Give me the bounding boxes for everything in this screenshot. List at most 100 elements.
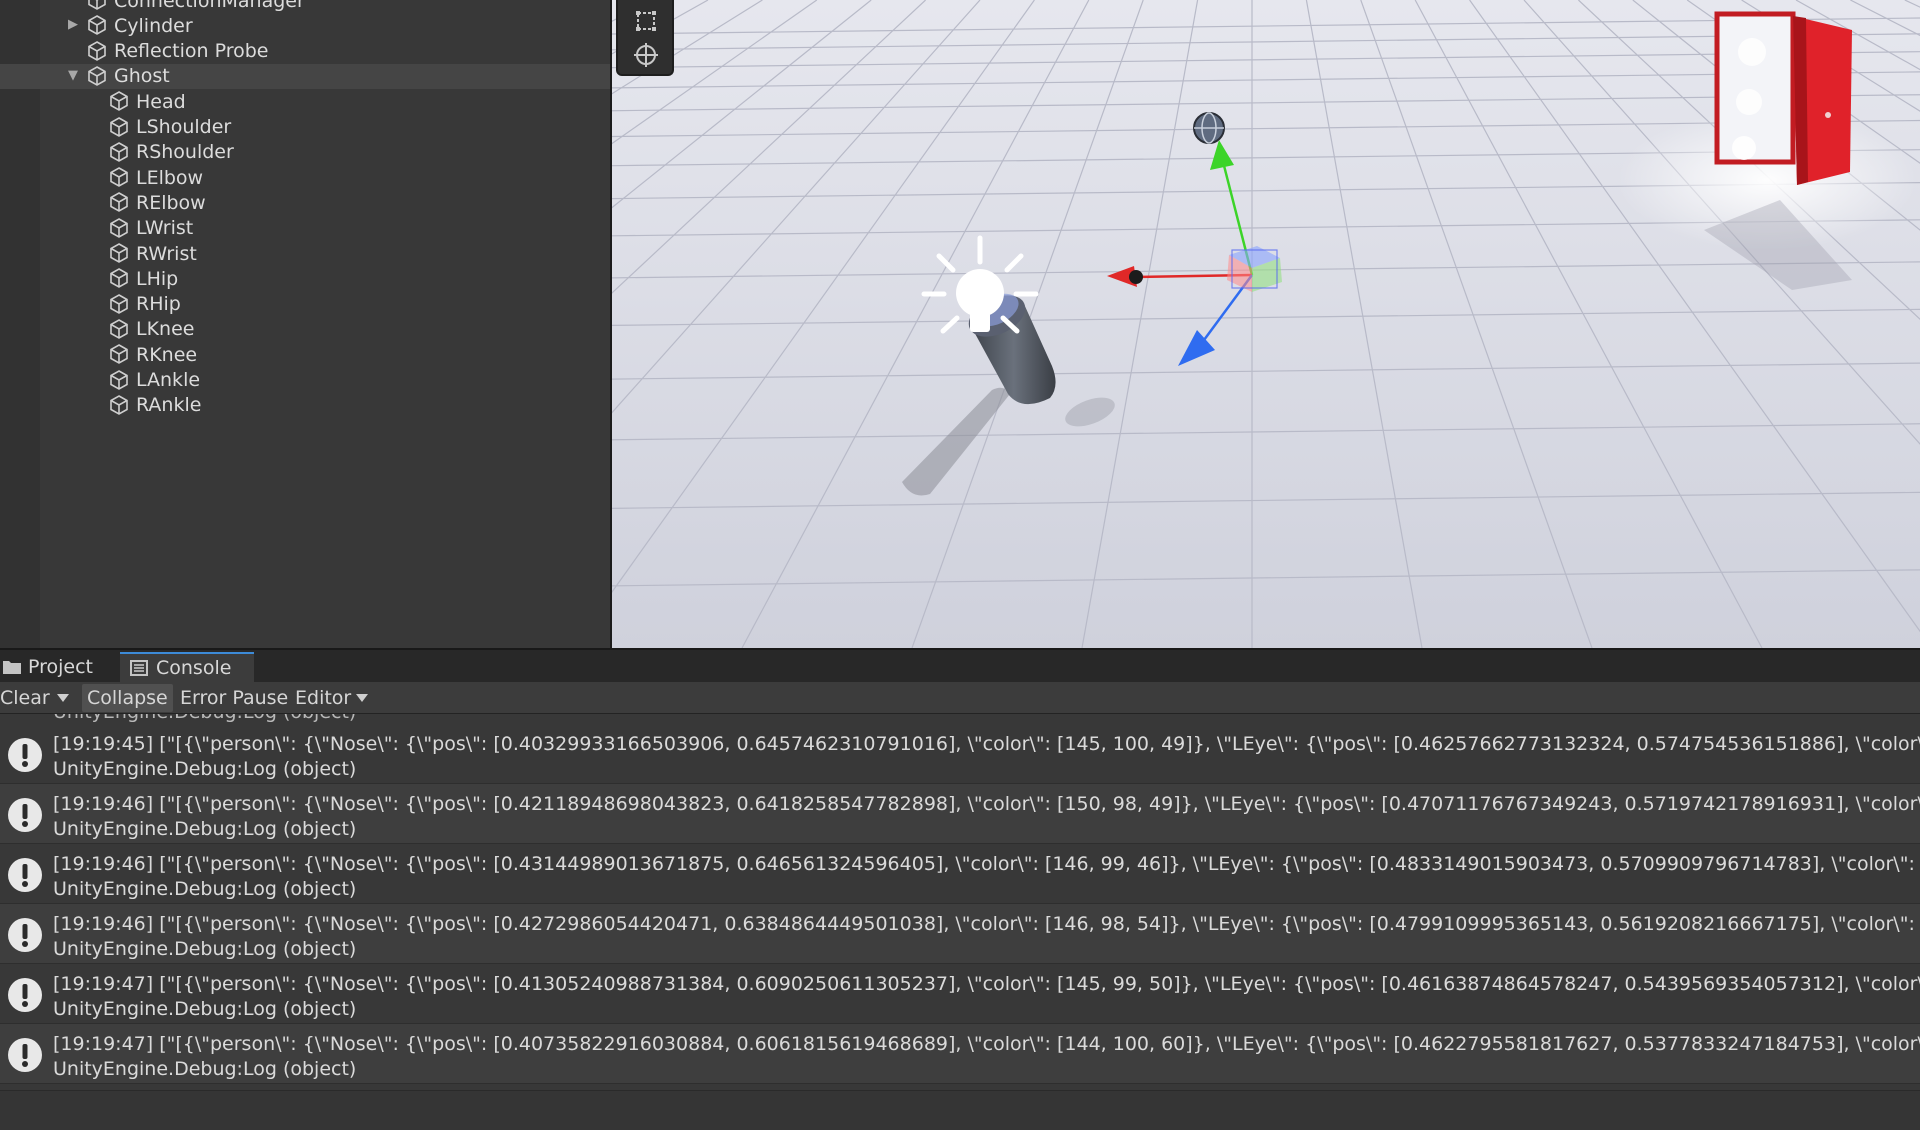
hierarchy-item[interactable]: ConnectionManager [0, 0, 610, 13]
cube-icon [108, 166, 130, 188]
console-toolbar: Clear Collapse Error Pause Editor [0, 682, 1920, 714]
log-entry[interactable]: [19:19:47] ["[{\"person\": {\"Nose\": {\… [0, 964, 1920, 1024]
log-message: [19:19:47] ["[{\"person\": {\"Nose\": {\… [53, 973, 1920, 995]
info-log-icon [7, 797, 43, 833]
log-message: [19:19:46] ["[{\"person\": {\"Nose\": {\… [53, 793, 1920, 815]
cube-icon [108, 343, 130, 365]
hierarchy-item[interactable]: RKnee [0, 342, 610, 367]
hierarchy-item[interactable]: LHip [0, 266, 610, 291]
hierarchy-item[interactable]: LAnkle [0, 368, 610, 393]
info-log-icon [7, 857, 43, 893]
hierarchy-item-label: RAnkle [136, 394, 202, 417]
cube-icon [86, 40, 108, 62]
collapse-label: Collapse [87, 687, 168, 709]
cube-icon [108, 318, 130, 340]
log-trace: UnityEngine.Debug:Log (object) [53, 818, 357, 840]
collapse-toggle[interactable]: Collapse [82, 684, 173, 712]
scene-view[interactable] [612, 0, 1920, 648]
log-entry[interactable]: [19:19:45] ["[{\"person\": {\"Nose\": {\… [0, 724, 1920, 784]
cube-icon [108, 242, 130, 264]
clear-button-label: Clear [0, 687, 50, 709]
hierarchy-item-label: Reflection Probe [114, 40, 269, 63]
log-trace: UnityEngine.Debug:Log (object) [53, 1058, 357, 1080]
error-pause-toggle[interactable]: Error Pause [175, 684, 293, 712]
transform-tool-button[interactable] [626, 40, 666, 70]
hierarchy-item-label: RKnee [136, 343, 198, 366]
hierarchy-item-label: RElbow [136, 191, 206, 214]
hierarchy-item-label: Cylinder [114, 14, 193, 37]
console-icon [130, 660, 148, 676]
rect-tool-button[interactable] [626, 6, 666, 36]
clear-button[interactable]: Clear [0, 684, 55, 712]
console-log-list[interactable]: UnityEngine.Debug:Log (object) [19:19:45… [0, 714, 1920, 1130]
hierarchy-item-label: LElbow [136, 166, 204, 189]
clear-options-dropdown[interactable] [52, 684, 74, 712]
log-message: [19:19:45] ["[{\"person\": {\"Nose\": {\… [53, 733, 1920, 755]
hierarchy-item[interactable]: RWrist [0, 241, 610, 266]
hierarchy-item[interactable]: LWrist [0, 216, 610, 241]
hierarchy-item-label: LAnkle [136, 369, 201, 391]
globe-gizmo[interactable] [1193, 112, 1225, 144]
hierarchy-panel: ConnectionManager ▶ Cylinder Reflection Pro… [0, 0, 610, 648]
hierarchy-item[interactable]: LElbow [0, 165, 610, 190]
cube-icon [108, 293, 130, 315]
partial-log-trace: UnityEngine.Debug:Log (object) [53, 714, 356, 723]
hierarchy-item[interactable]: RAnkle [0, 393, 610, 418]
log-trace: UnityEngine.Debug:Log (object) [53, 938, 357, 960]
hierarchy-item-label: Head [136, 90, 186, 113]
hierarchy-item[interactable]: RElbow [0, 190, 610, 215]
hierarchy-item[interactable]: LKnee [0, 317, 610, 342]
error-pause-label: Error Pause [180, 687, 289, 709]
cube-icon [108, 369, 130, 391]
cube-icon [86, 65, 108, 87]
cube-icon [86, 14, 108, 36]
tab-console[interactable]: Console [120, 652, 254, 682]
log-entry[interactable]: [19:19:47] ["[{\"person\": {\"Nose\": {\… [0, 1024, 1920, 1084]
folder-icon [3, 661, 21, 674]
scene-viewport[interactable] [612, 0, 1920, 648]
log-entry[interactable]: [19:19:46] ["[{\"person\": {\"Nose\": {\… [0, 784, 1920, 844]
collapse-arrow-icon[interactable]: ▼ [66, 68, 80, 83]
hierarchy-item-label: LShoulder [136, 116, 232, 138]
editor-dropdown[interactable]: Editor [290, 684, 373, 712]
expand-arrow-icon[interactable]: ▶ [66, 18, 80, 32]
cube-icon [108, 141, 130, 163]
hierarchy-item-label: RWrist [136, 242, 197, 265]
console-detail-area [0, 1090, 1920, 1130]
log-trace: UnityEngine.Debug:Log (object) [53, 998, 357, 1020]
cube-icon [108, 267, 130, 289]
bottom-tab-bar: Project Console [0, 650, 1920, 682]
hierarchy-item-label: LWrist [136, 217, 194, 240]
hierarchy-item[interactable]: LShoulder [0, 115, 610, 140]
cube-icon [108, 90, 130, 112]
chevron-down-icon [356, 694, 369, 702]
editor-label: Editor [295, 687, 352, 709]
tab-project[interactable]: Project [0, 652, 118, 682]
hierarchy-item-label: LKnee [136, 318, 195, 341]
hierarchy-item[interactable]: RHip [0, 292, 610, 317]
log-message: [19:19:47] ["[{\"person\": {\"Nose\": {\… [53, 1033, 1920, 1055]
transform-icon [634, 43, 658, 67]
hierarchy-item[interactable]: ▼ Ghost [0, 63, 610, 89]
hierarchy-item-label: RShoulder [136, 141, 234, 164]
info-log-icon [7, 917, 43, 953]
hierarchy-item[interactable]: RShoulder [0, 140, 610, 165]
log-entry[interactable]: [19:19:46] ["[{\"person\": {\"Nose\": {\… [0, 904, 1920, 964]
log-entry[interactable]: [19:19:46] ["[{\"person\": {\"Nose\": {\… [0, 844, 1920, 904]
tab-project-label: Project [28, 656, 94, 678]
log-message: [19:19:46] ["[{\"person\": {\"Nose\": {\… [53, 853, 1920, 875]
info-log-icon [7, 1037, 43, 1073]
scene-tools-overlay [616, 0, 674, 76]
cube-icon [86, 0, 108, 11]
log-message: [19:19:46] ["[{\"person\": {\"Nose\": {\… [53, 913, 1920, 935]
hierarchy-item[interactable]: Reflection Probe [0, 39, 610, 64]
hierarchy-item[interactable]: Head [0, 89, 610, 114]
hierarchy-item[interactable]: ▶ Cylinder [0, 13, 610, 38]
info-log-icon [7, 977, 43, 1013]
tab-console-label: Console [156, 657, 232, 679]
hierarchy-item-label: Ghost [114, 65, 170, 88]
chevron-down-icon [57, 694, 69, 702]
cube-icon [108, 217, 130, 239]
hierarchy-item-label: RHip [136, 293, 181, 316]
rect-transform-icon [636, 11, 656, 31]
